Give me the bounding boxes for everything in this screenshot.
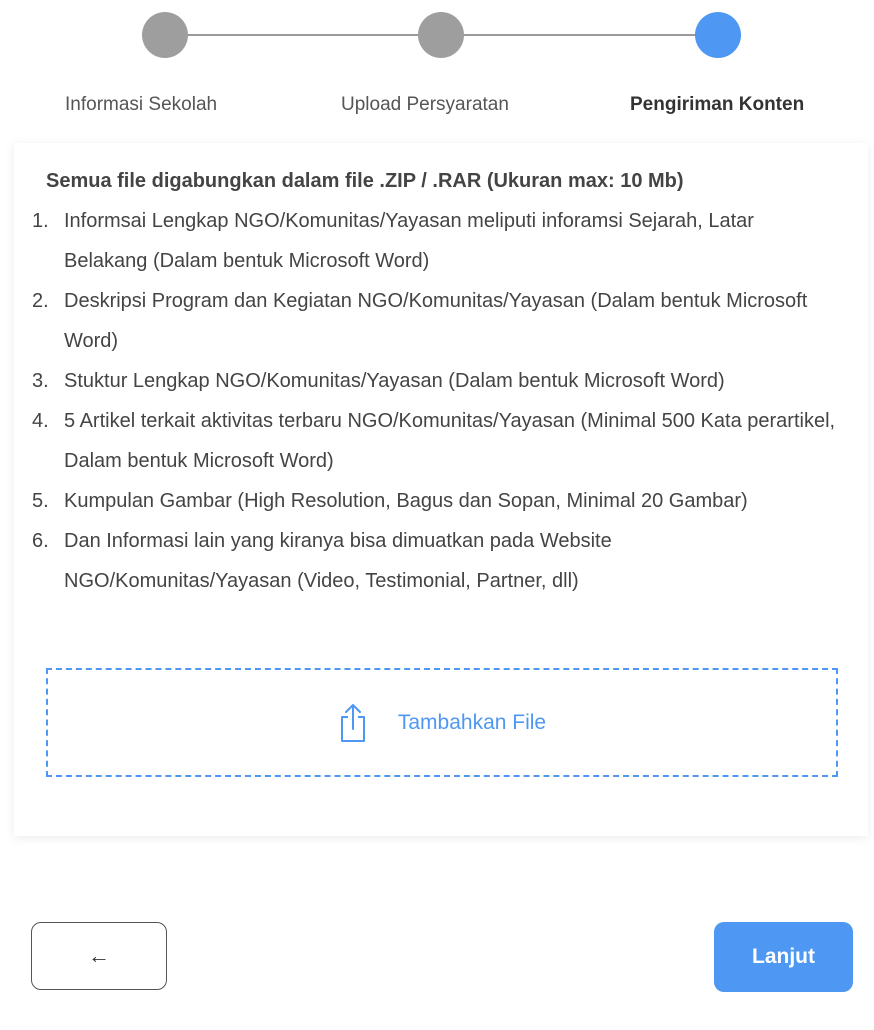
list-item: 5. Kumpulan Gambar (High Resolution, Bag…: [32, 481, 842, 521]
share-upload-icon: [340, 703, 365, 742]
add-file-dropzone[interactable]: Tambahkan File: [46, 668, 838, 777]
back-button[interactable]: ←: [31, 922, 167, 990]
list-item-number: 5.: [32, 490, 49, 512]
list-item: 6. Dan Informasi lain yang kiranya bisa …: [32, 521, 842, 601]
step-connector: [186, 34, 422, 36]
step-label-pengiriman-konten: Pengiriman Konten: [630, 94, 805, 115]
list-item-text: Deskripsi Program dan Kegiatan NGO/Komun…: [64, 290, 808, 352]
step-label-upload-persyaratan: Upload Persyaratan: [341, 94, 509, 115]
list-item-number: 3.: [32, 370, 49, 392]
step-connector: [462, 34, 698, 36]
list-item-number: 4.: [32, 410, 49, 432]
card-title: Semua file digabungkan dalam file .ZIP /…: [46, 170, 684, 192]
step-label-informasi-sekolah: Informasi Sekolah: [65, 94, 218, 115]
list-item: 2. Deskripsi Program dan Kegiatan NGO/Ko…: [32, 281, 842, 361]
add-file-label: Tambahkan File: [397, 710, 547, 734]
content-card: Semua file digabungkan dalam file .ZIP /…: [14, 143, 868, 836]
requirements-list: 1. Informsai Lengkap NGO/Komunitas/Yayas…: [32, 201, 842, 601]
list-item-text: Kumpulan Gambar (High Resolution, Bagus …: [64, 490, 748, 512]
next-button-label: Lanjut: [752, 945, 815, 968]
list-item-text: Informsai Lengkap NGO/Komunitas/Yayasan …: [64, 210, 754, 272]
step-indicator-3: [695, 12, 741, 58]
list-item: 4. 5 Artikel terkait aktivitas terbaru N…: [32, 401, 842, 481]
step-indicator-1: [142, 12, 188, 58]
progress-stepper: Informasi Sekolah Upload Persyaratan Pen…: [0, 0, 874, 130]
list-item-number: 2.: [32, 290, 49, 312]
list-item-text: Dan Informasi lain yang kiranya bisa dim…: [64, 530, 612, 592]
list-item-number: 6.: [32, 530, 49, 552]
list-item-number: 1.: [32, 210, 49, 232]
list-item-text: 5 Artikel terkait aktivitas terbaru NGO/…: [64, 410, 836, 472]
next-button[interactable]: Lanjut: [714, 922, 853, 992]
back-arrow-icon: ←: [88, 943, 110, 968]
list-item: 3. Stuktur Lengkap NGO/Komunitas/Yayasan…: [32, 361, 842, 401]
list-item-text: Stuktur Lengkap NGO/Komunitas/Yayasan (D…: [64, 370, 725, 392]
step-indicator-2: [418, 12, 464, 58]
list-item: 1. Informsai Lengkap NGO/Komunitas/Yayas…: [32, 201, 842, 281]
